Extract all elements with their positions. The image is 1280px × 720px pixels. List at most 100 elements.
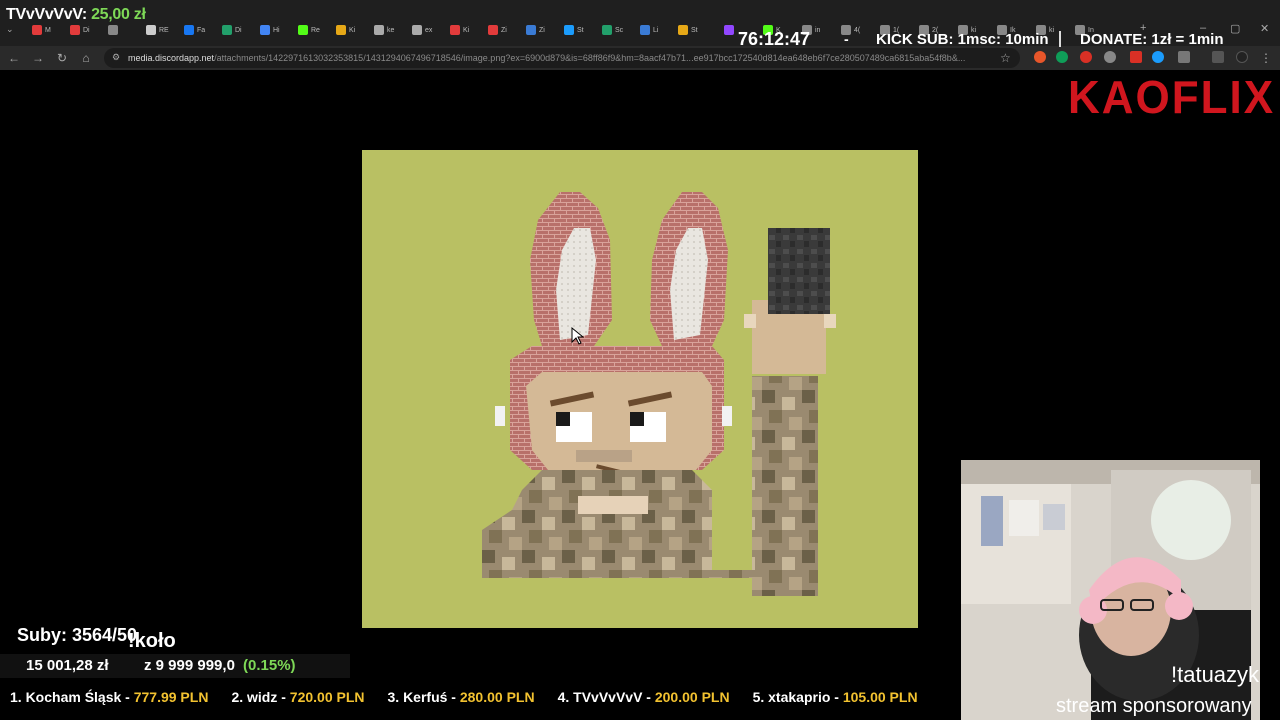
tab-label: Di bbox=[83, 26, 90, 34]
tattoo-command: !tatuazyk bbox=[1171, 662, 1260, 687]
tab-label: 4( bbox=[854, 26, 861, 34]
browser-tab[interactable]: ex bbox=[408, 20, 446, 40]
browser-tab[interactable]: Fa bbox=[180, 20, 218, 40]
tab-favicon-icon bbox=[70, 25, 80, 35]
browser-tab[interactable]: 4( bbox=[837, 20, 876, 40]
subathon-timer: 76:12:47 bbox=[738, 29, 811, 49]
pixel-art-image bbox=[362, 150, 918, 628]
left-pupil bbox=[556, 412, 570, 426]
browser-tab[interactable]: RE bbox=[142, 20, 180, 40]
tab-label: Ki bbox=[349, 26, 356, 34]
tab-label: Fa bbox=[197, 26, 206, 34]
browser-tab[interactable]: Di bbox=[218, 20, 256, 40]
overlay-divider bbox=[1059, 31, 1061, 47]
tab-favicon-icon bbox=[336, 25, 346, 35]
donor-entry-label: 5. xtakaprio - bbox=[752, 689, 839, 705]
reload-icon[interactable]: ↻ bbox=[54, 50, 70, 66]
browser-tab[interactable]: Hi bbox=[256, 20, 294, 40]
collar bbox=[578, 496, 648, 514]
channel-logo: KAOFLIX bbox=[1068, 72, 1276, 124]
sponsor-label: stream sponsorowany bbox=[1056, 695, 1252, 717]
browser-tab[interactable]: Ki bbox=[446, 20, 484, 40]
tab-favicon-icon bbox=[374, 25, 384, 35]
browser-tab[interactable]: St bbox=[674, 20, 712, 40]
donor-entry: 4. TVvVvVvV - 200.00 PLN bbox=[558, 689, 730, 711]
nose bbox=[576, 450, 632, 462]
browser-tab[interactable]: Zi bbox=[522, 20, 560, 40]
paw-finger bbox=[744, 314, 756, 328]
tab-favicon-icon bbox=[32, 25, 42, 35]
browser-tab[interactable]: Li bbox=[636, 20, 674, 40]
tab-label: Re bbox=[311, 26, 320, 34]
tab-favicon-icon bbox=[678, 25, 688, 35]
maximize-icon[interactable]: ▢ bbox=[1230, 22, 1240, 35]
cobblestone-block bbox=[768, 228, 830, 314]
donor-entry: 1. Kocham Śląsk - 777.99 PLN bbox=[10, 689, 208, 711]
goal-percent: (0.15%) bbox=[243, 657, 296, 674]
donor-entry-value: 280.00 PLN bbox=[459, 689, 535, 705]
donor-entry-label: 1. Kocham Śląsk - bbox=[10, 689, 130, 705]
reading-list-icon[interactable] bbox=[1212, 51, 1224, 63]
browser-tab[interactable]: ke bbox=[370, 20, 408, 40]
browser-tab[interactable]: Zi bbox=[484, 20, 522, 40]
tab-favicon-icon bbox=[146, 25, 156, 35]
right-cheek-tuft bbox=[722, 406, 732, 426]
extension-icon[interactable] bbox=[1034, 51, 1046, 63]
paw-finger bbox=[824, 314, 836, 328]
close-window-icon[interactable]: ✕ bbox=[1260, 22, 1269, 35]
subs-counter: Suby: 3564/50 bbox=[17, 625, 138, 645]
extension-icon[interactable] bbox=[1056, 51, 1068, 63]
tab-label: Hi bbox=[273, 26, 280, 34]
donor-entry: 2. widz - 720.00 PLN bbox=[231, 689, 364, 711]
tab-label: ki bbox=[1049, 26, 1055, 34]
profile-avatar[interactable] bbox=[1236, 51, 1248, 63]
donor-entry-value: 200.00 PLN bbox=[654, 689, 730, 705]
forward-icon[interactable]: → bbox=[30, 50, 46, 66]
donate-rate: DONATE: 1zł = 1min bbox=[1080, 31, 1224, 48]
right-pupil bbox=[630, 412, 644, 426]
tab-favicon-icon bbox=[724, 25, 734, 35]
kick-sub-rate: KICK SUB: 1msc: 10min bbox=[876, 31, 1049, 48]
url-text: media.discordapp.net/attachments/1422971… bbox=[128, 53, 988, 63]
donor-entry: 5. xtakaprio - 105.00 PLN bbox=[753, 689, 918, 711]
tab-label: in bbox=[815, 26, 821, 34]
tab-label: Zi bbox=[539, 26, 545, 34]
tab-favicon-icon bbox=[222, 25, 232, 35]
site-info-icon[interactable]: ⚙ bbox=[112, 52, 120, 63]
tab-label: Di bbox=[235, 26, 242, 34]
extensions-puzzle-icon[interactable] bbox=[1178, 51, 1190, 63]
menu-kebab-icon[interactable]: ⋮ bbox=[1258, 50, 1274, 66]
extension-icon[interactable] bbox=[1130, 51, 1142, 63]
tab-label: Zi bbox=[501, 26, 507, 34]
home-icon[interactable]: ⌂ bbox=[78, 50, 94, 66]
back-icon[interactable]: ← bbox=[6, 50, 22, 66]
extension-icon[interactable] bbox=[1080, 51, 1092, 63]
url-host: media.discordapp.net bbox=[128, 53, 215, 63]
tab-favicon-icon bbox=[298, 25, 308, 35]
tab-label: Ki bbox=[463, 26, 470, 34]
browser-tab[interactable]: Sc bbox=[598, 20, 636, 40]
url-field[interactable]: ⚙ media.discordapp.net/attachments/14229… bbox=[104, 48, 1020, 68]
bookmark-star-icon[interactable]: ☆ bbox=[1000, 51, 1011, 65]
url-path: /attachments/1422971613032353815/1431294… bbox=[214, 53, 966, 63]
tab-label: St bbox=[691, 26, 698, 34]
extension-icon[interactable] bbox=[1104, 51, 1116, 63]
tab-label: Li bbox=[653, 26, 659, 34]
last-donation: TVvVvVvV: 25,00 zł bbox=[6, 6, 146, 24]
browser-tab[interactable]: Re bbox=[294, 20, 332, 40]
donor-entry: 3. Kerfuś - 280.00 PLN bbox=[388, 689, 535, 711]
timer-dash: - bbox=[844, 31, 849, 47]
address-bar: ← → ↻ ⌂ ⚙ media.discordapp.net/attachmen… bbox=[0, 46, 1280, 70]
pixel-art-svg bbox=[362, 150, 918, 628]
browser-tab[interactable]: St bbox=[560, 20, 598, 40]
donor-entry-value: 720.00 PLN bbox=[289, 689, 365, 705]
tab-label: ex bbox=[425, 26, 433, 34]
browser-tab[interactable]: Ki bbox=[332, 20, 370, 40]
tab-search-icon[interactable]: ⌄ bbox=[6, 24, 20, 36]
left-cheek-tuft bbox=[495, 406, 505, 426]
extension-icon[interactable] bbox=[1152, 51, 1164, 63]
tab-favicon-icon bbox=[108, 25, 118, 35]
tab-favicon-icon bbox=[412, 25, 422, 35]
tab-favicon-icon bbox=[526, 25, 536, 35]
tab-label: ke bbox=[387, 26, 395, 34]
